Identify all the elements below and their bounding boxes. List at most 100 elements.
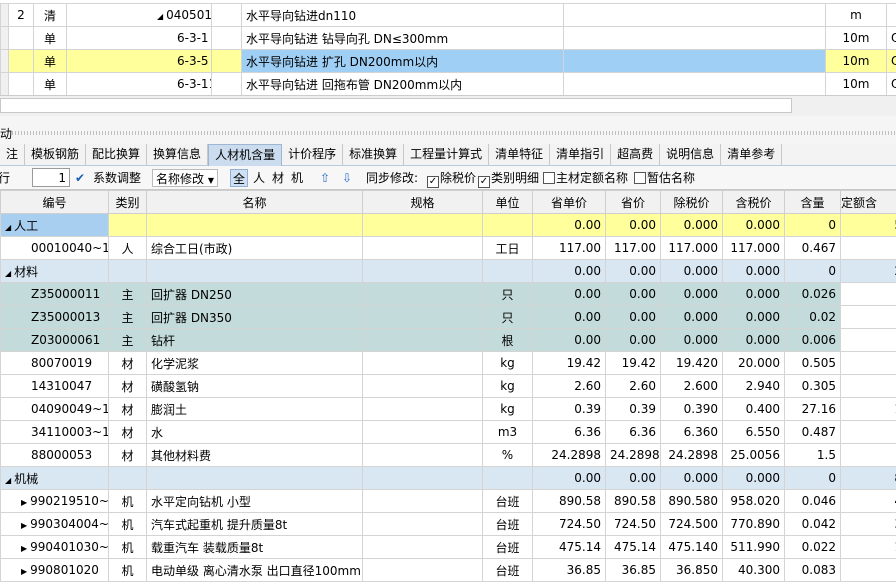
value-cell[interactable]: 0.00 bbox=[605, 259, 661, 283]
tab-3[interactable]: 换算信息 bbox=[147, 144, 209, 166]
value-cell[interactable]: 117.000 bbox=[660, 236, 723, 260]
value-cell[interactable]: 0.006 bbox=[784, 328, 841, 352]
value-cell[interactable]: 0.000 bbox=[722, 213, 785, 237]
value-cell[interactable] bbox=[840, 328, 896, 352]
column-header[interactable]: 省单价 bbox=[532, 190, 606, 214]
resource-row[interactable]: 14310047 材磺酸氢钠 kg 2.60 2.60 2.600 2.940 0.305 bbox=[0, 374, 896, 398]
value-cell[interactable]: 0.000 bbox=[660, 305, 723, 329]
spec-cell[interactable] bbox=[362, 328, 483, 352]
filter-material-button[interactable]: 材 bbox=[272, 169, 284, 187]
value-cell[interactable]: 0.000 bbox=[660, 282, 723, 306]
name-cell[interactable]: 载重汽车 装载质量8t bbox=[146, 535, 363, 559]
value-cell[interactable]: 2.60 bbox=[605, 374, 661, 398]
tab-4[interactable]: 人材机含量 bbox=[208, 144, 283, 166]
name-cell[interactable]: 电动单级 离心清水泵 出口直径100mm bbox=[146, 558, 363, 582]
collapse-icon[interactable]: ◢ bbox=[5, 269, 11, 278]
value-cell[interactable]: 1 bbox=[840, 535, 896, 559]
spec-cell[interactable] bbox=[362, 397, 483, 421]
value-cell[interactable]: 8 bbox=[840, 466, 896, 490]
main-material-checkbox[interactable]: 主材定额名称 bbox=[543, 169, 628, 187]
tab-8[interactable]: 清单特征 bbox=[489, 144, 551, 166]
value-cell[interactable]: 0.000 bbox=[722, 328, 785, 352]
name-cell[interactable] bbox=[146, 259, 363, 283]
value-cell[interactable]: 0 bbox=[784, 213, 841, 237]
value-cell[interactable]: 24.2898 bbox=[605, 443, 661, 467]
spec-cell[interactable] bbox=[362, 558, 483, 582]
value-cell[interactable]: 0.046 bbox=[784, 489, 841, 513]
name-cell[interactable]: 钻杆 bbox=[146, 328, 363, 352]
value-cell[interactable] bbox=[840, 282, 896, 306]
value-cell[interactable]: 24.2898 bbox=[532, 443, 606, 467]
value-cell[interactable]: 770.890 bbox=[722, 512, 785, 536]
value-cell[interactable]: 0.00 bbox=[532, 282, 606, 306]
value-cell[interactable]: 0.000 bbox=[722, 305, 785, 329]
name-cell[interactable]: 汽车式起重机 提升质量8t bbox=[146, 512, 363, 536]
value-cell[interactable]: 0.00 bbox=[605, 282, 661, 306]
row-name[interactable]: 水平导向钻进dn110 bbox=[241, 3, 564, 27]
value-cell[interactable] bbox=[840, 305, 896, 329]
value-cell[interactable]: 0.00 bbox=[532, 213, 606, 237]
value-cell[interactable]: 0.305 bbox=[784, 374, 841, 398]
value-cell[interactable] bbox=[840, 374, 896, 398]
value-cell[interactable]: 40.300 bbox=[722, 558, 785, 582]
expand-icon[interactable]: ▶ bbox=[21, 498, 27, 507]
column-header[interactable]: 规格 bbox=[362, 190, 483, 214]
tax-excluded-checkbox[interactable]: ✓ 除税价 bbox=[427, 169, 476, 188]
value-cell[interactable]: 1.5 bbox=[784, 443, 841, 467]
value-cell[interactable]: 2.600 bbox=[660, 374, 723, 398]
tab-2[interactable]: 配比换算 bbox=[86, 144, 148, 166]
name-cell[interactable]: 化学泥浆 bbox=[146, 351, 363, 375]
value-cell[interactable]: 3 bbox=[840, 512, 896, 536]
value-cell[interactable]: 117.00 bbox=[605, 236, 661, 260]
group-row[interactable]: ◢人工0.000.000.0000.00005 bbox=[0, 213, 896, 237]
resource-row[interactable]: 80070019 材化学泥浆 kg 19.42 19.42 19.420 20.000 0.5… bbox=[0, 351, 896, 375]
spec-cell[interactable] bbox=[362, 213, 483, 237]
tab-9[interactable]: 清单指引 bbox=[550, 144, 612, 166]
value-cell[interactable] bbox=[840, 420, 896, 444]
column-header[interactable]: 类别 bbox=[108, 190, 147, 214]
tab-0[interactable]: 注 bbox=[0, 144, 26, 166]
group-row[interactable]: ◢机械0.000.000.0000.00008 bbox=[0, 466, 896, 490]
value-cell[interactable]: 0.505 bbox=[784, 351, 841, 375]
value-cell[interactable]: 36.85 bbox=[532, 558, 606, 582]
spec-cell[interactable] bbox=[362, 259, 483, 283]
value-cell[interactable]: 19.42 bbox=[532, 351, 606, 375]
value-cell[interactable] bbox=[840, 558, 896, 582]
name-cell[interactable]: 回扩器 DN250 bbox=[146, 282, 363, 306]
value-cell[interactable] bbox=[840, 236, 896, 260]
spec-cell[interactable] bbox=[362, 443, 483, 467]
value-cell[interactable]: 6.550 bbox=[722, 420, 785, 444]
tab-12[interactable]: 清单参考 bbox=[721, 144, 783, 166]
value-cell[interactable]: 0.00 bbox=[532, 259, 606, 283]
value-cell[interactable]: 890.58 bbox=[605, 489, 661, 513]
expand-icon[interactable]: ▶ bbox=[21, 521, 27, 530]
resource-row[interactable]: Z03000061 主钻杆根 0.00 0.00 0.000 0.000 0.006 bbox=[0, 328, 896, 352]
value-cell[interactable]: 0.00 bbox=[532, 328, 606, 352]
value-cell[interactable]: 5 bbox=[840, 213, 896, 237]
value-cell[interactable]: 724.50 bbox=[605, 512, 661, 536]
name-cell[interactable]: 水平定向钻机 小型 bbox=[146, 489, 363, 513]
value-cell[interactable] bbox=[840, 443, 896, 467]
tab-6[interactable]: 标准换算 bbox=[343, 144, 405, 166]
value-cell[interactable]: 0.000 bbox=[660, 466, 723, 490]
resource-row[interactable]: 04090049~1材膨润土kg0.390.390.3900.40027.161 bbox=[0, 397, 896, 421]
value-cell[interactable]: 0.00 bbox=[605, 305, 661, 329]
value-cell[interactable]: 0.000 bbox=[660, 213, 723, 237]
value-cell[interactable]: 0.400 bbox=[722, 397, 785, 421]
value-cell[interactable]: 117.000 bbox=[722, 236, 785, 260]
panel-splitter[interactable]: 动 bbox=[0, 116, 896, 144]
group-row[interactable]: ◢材料0.000.000.0000.00002 bbox=[0, 259, 896, 283]
value-cell[interactable]: 0.00 bbox=[532, 466, 606, 490]
value-cell[interactable]: 0.000 bbox=[722, 282, 785, 306]
value-cell[interactable]: 19.42 bbox=[605, 351, 661, 375]
spec-cell[interactable] bbox=[362, 420, 483, 444]
value-cell[interactable]: 27.16 bbox=[784, 397, 841, 421]
value-cell[interactable]: 0.390 bbox=[660, 397, 723, 421]
value-cell[interactable]: 2.60 bbox=[532, 374, 606, 398]
collapse-icon[interactable]: ◢ bbox=[5, 476, 11, 485]
bill-row[interactable]: 单 6-3-1 水平导向钻进 钻导向孔 DN≤300mm 10m Q bbox=[0, 26, 896, 50]
value-cell[interactable]: 24.2898 bbox=[660, 443, 723, 467]
spec-cell[interactable] bbox=[362, 351, 483, 375]
resource-row[interactable]: 88000053 材其他材料费% 24.2898 24.2898 24.2898 25.0… bbox=[0, 443, 896, 467]
bill-row[interactable]: 2 清 ◢040501008004 水平导向钻进dn110 m bbox=[0, 3, 896, 27]
